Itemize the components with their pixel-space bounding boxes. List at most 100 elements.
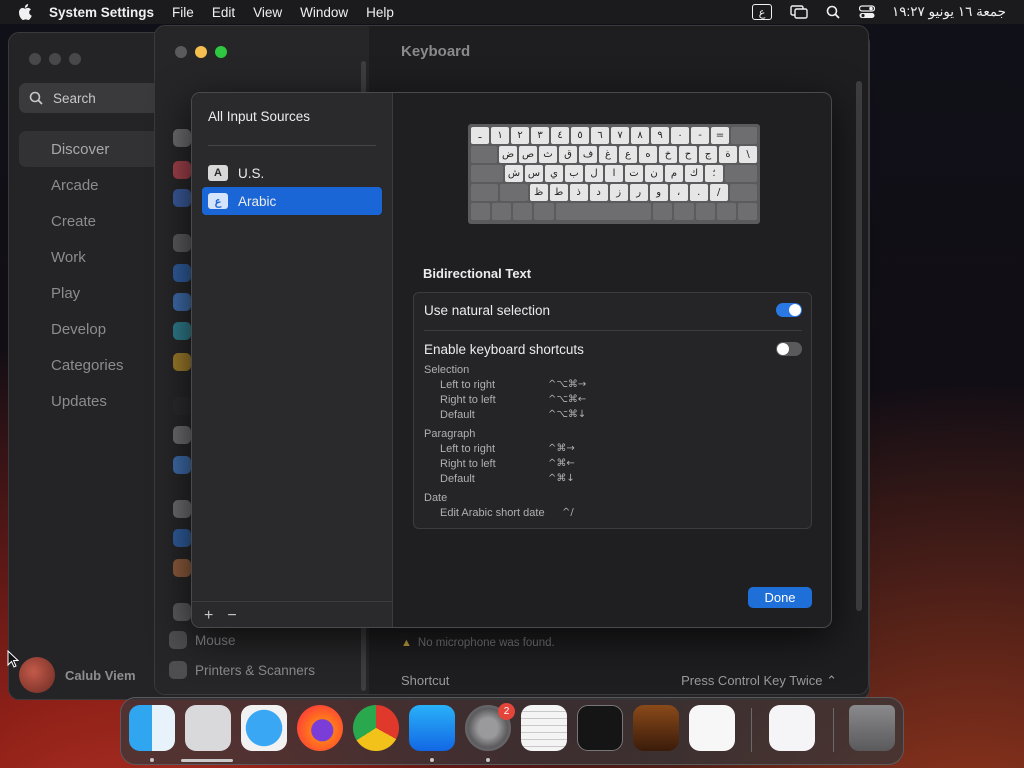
firefox-icon[interactable] <box>297 705 343 751</box>
keyboard-icon[interactable] <box>173 603 191 621</box>
running-indicator <box>430 758 434 762</box>
avatar <box>19 657 55 693</box>
garageband-icon[interactable] <box>633 705 679 751</box>
keyboard-shortcuts-label: Enable keyboard shortcuts <box>424 342 584 357</box>
done-button[interactable]: Done <box>748 587 812 608</box>
menu-view[interactable]: View <box>244 5 291 20</box>
keyboard-key: = <box>711 127 729 144</box>
shortcut-label: Left to right <box>440 443 496 455</box>
content-scrollbar[interactable] <box>856 81 862 611</box>
trash-icon[interactable] <box>849 705 895 751</box>
nav-create[interactable]: Create <box>19 203 159 239</box>
shortcut-label: Edit Arabic short date <box>440 507 545 519</box>
keyboard-key: ٥ <box>571 127 589 144</box>
keyboard-key: د <box>589 184 608 201</box>
menu-help[interactable]: Help <box>357 5 403 20</box>
nav-discover[interactable]: Discover <box>19 131 159 167</box>
all-input-sources-header[interactable]: All Input Sources <box>208 109 310 124</box>
sidebar-item-printers[interactable]: Printers & Scanners <box>169 661 315 679</box>
zoom-button[interactable] <box>215 46 227 58</box>
apple-logo-icon[interactable] <box>18 4 32 20</box>
keyboard-key: ه <box>639 146 657 163</box>
keyboard-row: ش س ي ب ل ا ت ن م ك ؛ <box>471 165 757 182</box>
close-button[interactable] <box>175 46 187 58</box>
sidebar-item-icon[interactable] <box>173 234 191 252</box>
close-button[interactable] <box>29 53 41 65</box>
menu-window[interactable]: Window <box>291 5 357 20</box>
keyboard-key: ف <box>579 146 597 163</box>
shortcut-group-heading: Paragraph <box>424 428 476 440</box>
natural-selection-toggle[interactable] <box>776 303 802 317</box>
bidirectional-text-title: Bidirectional Text <box>423 266 532 281</box>
keyboard-key: ٠ <box>671 127 689 144</box>
menu-app-name[interactable]: System Settings <box>40 5 163 20</box>
nav-work[interactable]: Work <box>19 239 159 275</box>
user-name: Calub Viem <box>65 667 136 683</box>
dock-separator <box>751 708 752 752</box>
keyboard-key: - <box>691 127 709 144</box>
sidebar-item-icon[interactable] <box>173 353 191 371</box>
keyboard-row: ظ ط ذ د ز ر و ،. / <box>471 184 757 201</box>
app-store-nav: Discover Arcade Create Work Play Develop… <box>19 131 159 419</box>
lock-icon[interactable] <box>173 397 191 415</box>
sidebar-item-icon[interactable] <box>173 322 191 340</box>
dock-separator <box>833 708 834 752</box>
internet-accounts-icon[interactable] <box>173 529 191 547</box>
account-button[interactable]: Calub Viem <box>19 657 136 693</box>
visual-studio-icon[interactable] <box>769 705 815 751</box>
modifier-key <box>471 165 503 182</box>
input-source-us[interactable]: A U.S. <box>202 159 382 187</box>
nav-arcade[interactable]: Arcade <box>19 167 159 203</box>
finder-icon[interactable] <box>129 705 175 751</box>
menu-edit[interactable]: Edit <box>203 5 244 20</box>
app-store-search-field[interactable]: Search <box>19 83 159 113</box>
control-center-icon[interactable] <box>858 4 876 20</box>
safari-icon[interactable] <box>241 705 287 751</box>
sidebar-item-icon[interactable] <box>173 500 191 518</box>
sidebar-item-icon[interactable] <box>173 559 191 577</box>
keyboard-key: ب <box>565 165 583 182</box>
app-store-icon[interactable] <box>409 705 455 751</box>
menu-clock[interactable]: جمعة ١٦ يونيو ١٩:٢٧ <box>892 4 1006 20</box>
keyboard-key: م <box>665 165 683 182</box>
sidebar-item-icon[interactable] <box>173 189 191 207</box>
shortcut-popup[interactable]: Press Control Key Twice ⌃ <box>681 673 837 689</box>
launchpad-icon[interactable] <box>185 705 231 751</box>
vscode-icon[interactable] <box>689 705 735 751</box>
keyboard-key: ٢ <box>511 127 529 144</box>
keyboard-key: ح <box>679 146 697 163</box>
users-icon[interactable] <box>173 456 191 474</box>
shortcut-value: Press Control Key Twice <box>681 673 823 688</box>
modifier-key <box>492 203 512 220</box>
remove-source-button[interactable]: − <box>227 607 236 625</box>
nav-updates[interactable]: Updates <box>19 383 159 419</box>
chevron-updown-icon: ⌃ <box>826 673 837 688</box>
input-source-menu[interactable]: ع <box>752 4 773 20</box>
nav-play[interactable]: Play <box>19 275 159 311</box>
add-source-button[interactable]: + <box>204 607 213 625</box>
keyboard-shortcuts-toggle[interactable] <box>776 342 802 356</box>
textedit-icon[interactable] <box>521 705 567 751</box>
menu-file[interactable]: File <box>163 5 203 20</box>
chrome-icon[interactable] <box>353 705 399 751</box>
terminal-icon[interactable] <box>577 705 623 751</box>
minimize-button[interactable] <box>49 53 61 65</box>
search-icon <box>29 91 43 105</box>
spotlight-search-icon[interactable] <box>824 4 842 20</box>
keyboard-key: ١ <box>491 127 509 144</box>
sidebar-item-icon[interactable] <box>173 264 191 282</box>
sidebar-item-icon[interactable] <box>173 129 191 147</box>
nav-categories[interactable]: Categories <box>19 347 159 383</box>
nav-develop[interactable]: Develop <box>19 311 159 347</box>
keyboard-key: ث <box>539 146 557 163</box>
sidebar-item-icon[interactable] <box>173 426 191 444</box>
screen-mirroring-icon[interactable] <box>790 4 808 20</box>
sidebar-item-mouse[interactable]: Mouse <box>169 631 236 649</box>
sidebar-item-icon[interactable] <box>173 293 191 311</box>
minimize-button[interactable] <box>195 46 207 58</box>
input-source-arabic[interactable]: ع Arabic <box>202 187 382 215</box>
mouse-icon <box>169 631 187 649</box>
sidebar-item-icon[interactable] <box>173 161 191 179</box>
shortcut-label: Default <box>440 409 475 421</box>
zoom-button[interactable] <box>69 53 81 65</box>
